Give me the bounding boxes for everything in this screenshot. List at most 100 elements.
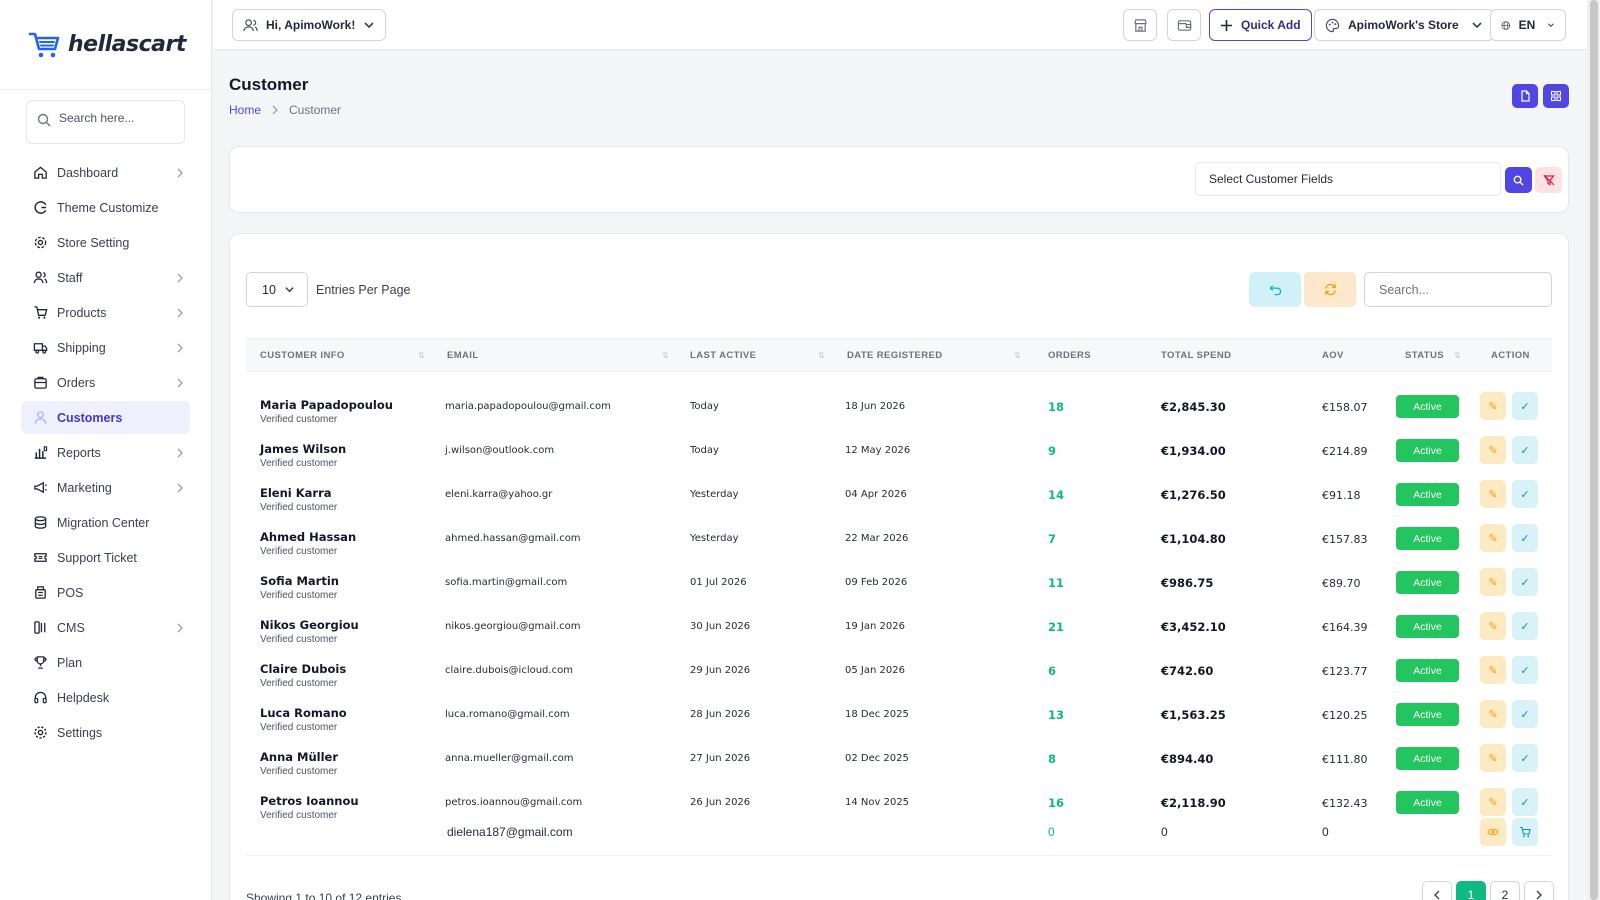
table-row-extra[interactable]: dielena187@gmail.com 0 0 0 — [246, 816, 1552, 856]
sort-icon[interactable]: ⇅ — [818, 351, 825, 360]
customer-name[interactable]: Ahmed Hassan — [260, 530, 356, 544]
verify-button[interactable]: ✓ — [1512, 744, 1538, 772]
column-header-last-active[interactable]: LAST ACTIVE — [690, 350, 756, 361]
table-row[interactable]: Claire Dubois Verified customer claire.dub… — [246, 654, 1552, 698]
verify-button[interactable]: ✓ — [1512, 700, 1538, 728]
export-button[interactable] — [1512, 84, 1538, 108]
verify-button[interactable]: ✓ — [1512, 524, 1538, 552]
edit-button[interactable]: ✎ — [1480, 744, 1506, 772]
verify-button[interactable]: ✓ — [1512, 788, 1538, 816]
sidebar-item-cms[interactable]: CMS — [21, 611, 190, 644]
customer-name[interactable]: Maria Papadopoulou — [260, 398, 393, 412]
edit-button[interactable]: ✎ — [1480, 788, 1506, 816]
table-row[interactable]: Eleni Karra Verified customer eleni.karra@… — [246, 478, 1552, 522]
chevron-down-icon — [1472, 22, 1482, 29]
wallet-button[interactable] — [1167, 9, 1201, 41]
chevron-right-icon — [177, 168, 183, 177]
sidebar-item-reports[interactable]: Reports — [21, 436, 190, 469]
customer-name[interactable]: Nikos Georgiou — [260, 618, 359, 632]
user-menu[interactable]: Hi, ApimoWork! — [232, 9, 387, 41]
sort-icon[interactable]: ⇅ — [1454, 351, 1461, 360]
undo-button[interactable] — [1249, 272, 1301, 307]
edit-button[interactable]: ✎ — [1480, 524, 1506, 552]
customer-name[interactable]: Sofia Martin — [260, 574, 339, 588]
search-icon — [1513, 175, 1524, 186]
table-row[interactable]: Sofia Martin Verified customer sofia.marti… — [246, 566, 1552, 610]
sidebar-item-migration-center[interactable]: Migration Center — [21, 506, 190, 539]
customer-name[interactable]: Petros Ioannou — [260, 794, 359, 808]
table-row[interactable]: Nikos Georgiou Verified customer nikos.geo… — [246, 610, 1552, 654]
quick-add-button[interactable]: Quick Add — [1209, 9, 1312, 41]
sort-icon[interactable]: ⇅ — [1014, 351, 1021, 360]
store-selector[interactable]: ApimoWork's Store — [1314, 9, 1494, 41]
sidebar-item-marketing[interactable]: Marketing — [21, 471, 190, 504]
refresh-button[interactable] — [1304, 272, 1356, 307]
verify-button[interactable]: ✓ — [1512, 656, 1538, 684]
language-selector[interactable]: EN — [1490, 9, 1566, 41]
customer-name[interactable]: Anna Müller — [260, 750, 338, 764]
edit-button[interactable]: ✎ — [1480, 480, 1506, 508]
breadcrumb-home[interactable]: Home — [229, 103, 261, 117]
sort-icon[interactable]: ⇅ — [418, 351, 425, 360]
customer-fields-select[interactable]: Select Customer Fields — [1195, 162, 1501, 196]
table-row[interactable]: James Wilson Verified customer j.wilson@ou… — [246, 434, 1552, 478]
pagination-next[interactable] — [1524, 881, 1554, 900]
column-header-orders[interactable]: ORDERS — [1048, 350, 1091, 361]
customer-name[interactable]: Claire Dubois — [260, 662, 346, 676]
filter-search-button[interactable] — [1505, 167, 1532, 193]
logo[interactable]: hellascart — [0, 0, 211, 90]
customer-name[interactable]: Eleni Karra — [260, 486, 332, 500]
customer-name[interactable]: James Wilson — [260, 442, 346, 456]
view-button[interactable] — [1480, 818, 1506, 846]
verify-button[interactable]: ✓ — [1512, 436, 1538, 464]
sidebar-item-shipping[interactable]: Shipping — [21, 331, 190, 364]
sidebar-item-pos[interactable]: POS — [21, 576, 190, 609]
clear-filter-button[interactable] — [1535, 167, 1562, 193]
page-scrollbar-thumb[interactable] — [1590, 0, 1598, 900]
table-row[interactable]: Luca Romano Verified customer luca.romano@… — [246, 698, 1552, 742]
grid-view-button[interactable] — [1543, 84, 1569, 108]
sidebar-item-orders[interactable]: Orders — [21, 366, 190, 399]
store-front-button[interactable] — [1123, 9, 1157, 41]
pagination-prev[interactable] — [1422, 881, 1452, 900]
sidebar-search[interactable]: Search here... — [26, 100, 185, 144]
table-search-input[interactable] — [1364, 272, 1552, 307]
sidebar-item-customers[interactable]: Customers — [21, 401, 190, 434]
sidebar-item-staff[interactable]: Staff — [21, 261, 190, 294]
sort-icon[interactable]: ⇅ — [662, 351, 669, 360]
column-header-status[interactable]: STATUS — [1405, 350, 1444, 361]
edit-button[interactable]: ✎ — [1480, 612, 1506, 640]
edit-button[interactable]: ✎ — [1480, 568, 1506, 596]
verify-button[interactable]: ✓ — [1512, 392, 1538, 420]
sidebar-item-settings[interactable]: Settings — [21, 716, 190, 749]
sidebar-item-dashboard[interactable]: Dashboard — [21, 156, 190, 189]
edit-button[interactable]: ✎ — [1480, 392, 1506, 420]
entries-select[interactable]: 10 — [246, 272, 308, 307]
sidebar-item-support-ticket[interactable]: Support Ticket — [21, 541, 190, 574]
customer-name[interactable]: Luca Romano — [260, 706, 347, 720]
column-header-total-spend[interactable]: TOTAL SPEND — [1161, 350, 1231, 361]
sidebar-item-plan[interactable]: Plan — [21, 646, 190, 679]
edit-button[interactable]: ✎ — [1480, 656, 1506, 684]
table-row[interactable]: Maria Papadopoulou Verified customer maria… — [246, 390, 1552, 434]
column-header-date-registered[interactable]: DATE REGISTERED — [847, 350, 943, 361]
pagination-page-2[interactable]: 2 — [1490, 881, 1520, 900]
column-header-action[interactable]: ACTION — [1491, 350, 1530, 361]
verify-button[interactable]: ✓ — [1512, 568, 1538, 596]
table-row[interactable]: Anna Müller Verified customer anna.mueller… — [246, 742, 1552, 786]
verify-button[interactable]: ✓ — [1512, 612, 1538, 640]
column-header-aov[interactable]: AOV — [1322, 350, 1344, 361]
column-header-email[interactable]: EMAIL — [447, 350, 479, 361]
pagination-page-1[interactable]: 1 — [1456, 881, 1486, 900]
table-row[interactable]: Ahmed Hassan Verified customer ahmed.hassa… — [246, 522, 1552, 566]
sidebar-item-theme-customize[interactable]: Theme Customize — [21, 191, 190, 224]
sidebar-item-products[interactable]: Products — [21, 296, 190, 329]
edit-button[interactable]: ✎ — [1480, 436, 1506, 464]
edit-button[interactable]: ✎ — [1480, 700, 1506, 728]
sidebar-item-helpdesk[interactable]: Helpdesk — [21, 681, 190, 714]
chevron-left-icon — [1434, 890, 1440, 900]
sidebar-item-store-setting[interactable]: Store Setting — [21, 226, 190, 259]
column-header-customer-info[interactable]: CUSTOMER INFO — [260, 350, 345, 361]
orders-button[interactable] — [1512, 818, 1538, 846]
verify-button[interactable]: ✓ — [1512, 480, 1538, 508]
